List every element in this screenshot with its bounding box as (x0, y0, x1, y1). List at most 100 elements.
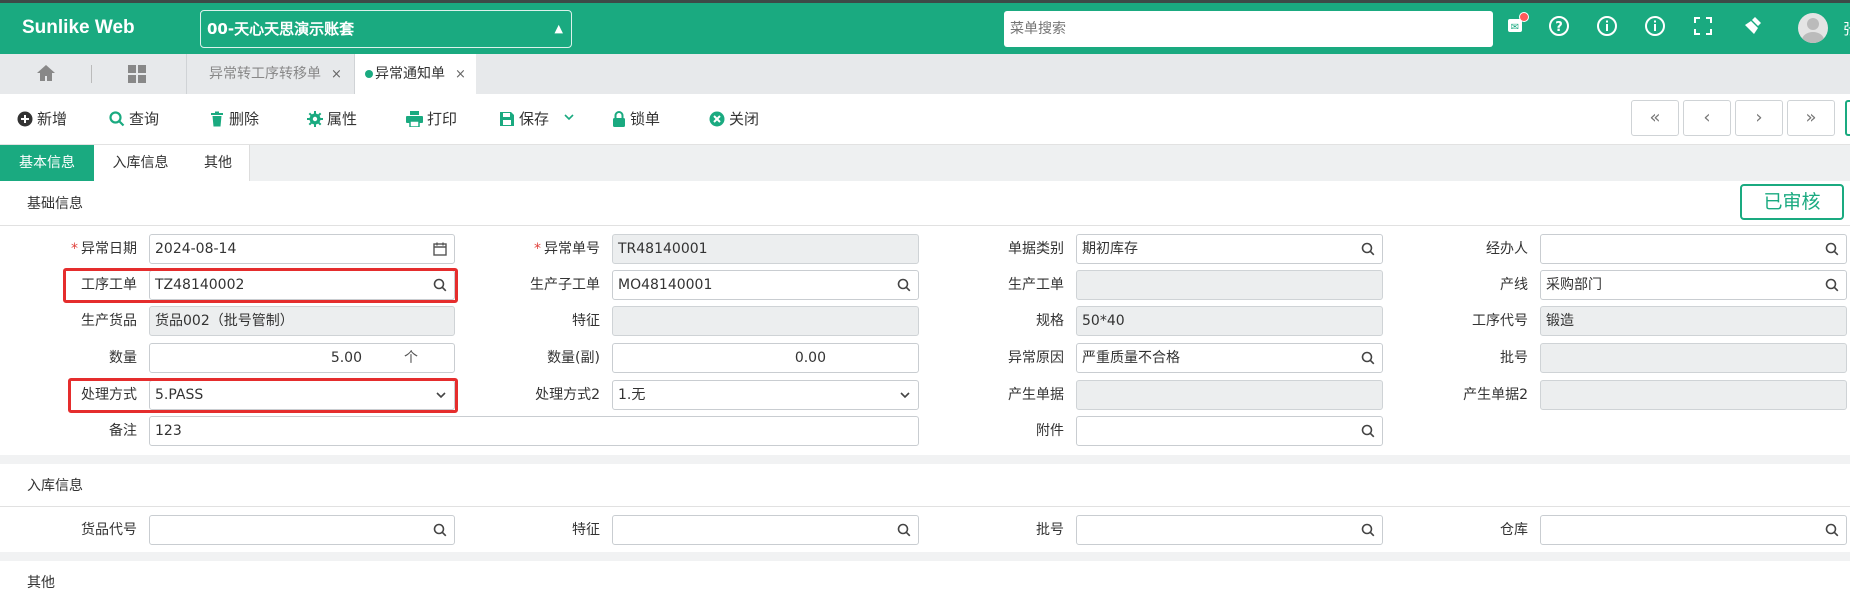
print-button[interactable]: 打印 (406, 108, 457, 130)
sub-order-field[interactable]: MO48140001 (612, 270, 919, 300)
next-record-button[interactable]: › (1735, 100, 1783, 136)
exc-date-field[interactable]: 2024-08-14 (149, 234, 455, 264)
printer-icon (406, 111, 423, 133)
tab-divider (91, 65, 92, 83)
close-icon[interactable]: × (455, 67, 466, 82)
in-goods-field[interactable] (149, 515, 455, 545)
spec-field: 50*40 (1076, 306, 1383, 336)
close-icon[interactable]: × (331, 67, 342, 82)
toolbar-overflow-button[interactable] (1845, 100, 1850, 136)
search-icon[interactable] (1825, 235, 1839, 263)
calendar-icon[interactable] (433, 235, 447, 263)
method2-value: 1.无 (618, 387, 646, 403)
top-header: Sunlike Web 00-天心天思演示账套 ▲ ✉ ? 张 (0, 0, 1850, 54)
qty-unit: 个 (404, 350, 418, 366)
tab-exception-transfer[interactable]: 异常转工序转移单 × (186, 54, 354, 94)
label-feature: 特征 (572, 313, 600, 329)
user-avatar[interactable] (1798, 13, 1828, 43)
goods-field: 货品002（批号管制） (149, 306, 455, 336)
add-label: 新增 (37, 110, 68, 128)
tab-other[interactable]: 其他 (187, 145, 250, 181)
section-divider (0, 506, 1850, 507)
active-dot-icon (365, 70, 373, 78)
last-record-button[interactable]: » (1787, 100, 1835, 136)
user-name[interactable]: 张 (1843, 18, 1850, 39)
label-attach: 附件 (1036, 423, 1064, 439)
search-icon[interactable] (1361, 516, 1375, 544)
in-batch-field[interactable] (1076, 515, 1383, 545)
label-exc-date: * 异常日期 (71, 241, 137, 257)
lock-button[interactable]: 锁单 (612, 108, 660, 130)
tab-exception-notice[interactable]: 异常通知单 × (354, 54, 476, 94)
label-gen-doc: 产生单据 (1008, 387, 1064, 403)
save-dropdown-chevron-icon[interactable] (563, 108, 575, 130)
search-icon (109, 111, 125, 133)
account-selector[interactable]: 00-天心天思演示账套 ▲ (200, 10, 572, 48)
section-title-inbound: 入库信息 (27, 478, 83, 494)
search-icon[interactable] (1825, 271, 1839, 299)
trash-icon (209, 111, 225, 133)
section-divider (0, 225, 1850, 226)
delete-button[interactable]: 删除 (209, 108, 259, 130)
save-button[interactable]: 保存 (499, 108, 549, 130)
help-icon[interactable]: ? (1546, 14, 1572, 40)
notification-icon[interactable]: ✉ (1502, 12, 1529, 40)
first-record-button[interactable]: « (1631, 100, 1679, 136)
line-field[interactable]: 采购部门 (1540, 270, 1847, 300)
add-button[interactable]: 新增 (17, 108, 67, 130)
query-button[interactable]: 查询 (109, 108, 159, 130)
search-icon[interactable] (1825, 516, 1839, 544)
properties-button[interactable]: 属性 (307, 108, 357, 130)
section-gap (0, 552, 1850, 561)
search-icon[interactable] (897, 271, 911, 299)
section-title-other: 其他 (27, 575, 55, 591)
search-icon[interactable] (897, 516, 911, 544)
label-handler: 经办人 (1486, 241, 1528, 257)
search-icon[interactable] (1361, 344, 1375, 372)
gen-doc2-field (1540, 380, 1847, 410)
info-icon[interactable] (1594, 14, 1620, 40)
label-prod-order: 生产工单 (1008, 277, 1064, 293)
notification-badge (1519, 12, 1529, 22)
tab-basic-info[interactable]: 基本信息 (0, 145, 95, 181)
label-proc-code: 工序代号 (1472, 313, 1528, 329)
method2-select[interactable]: 1.无 (612, 380, 919, 410)
highlight-box-proc-order (63, 268, 458, 303)
search-icon[interactable] (1361, 417, 1375, 445)
in-warehouse-field[interactable] (1540, 515, 1847, 545)
feature-field (612, 306, 919, 336)
chevron-down-icon[interactable] (899, 381, 911, 409)
print-label: 打印 (427, 110, 458, 128)
search-icon[interactable] (433, 516, 447, 544)
tab-inbound-info[interactable]: 入库信息 (94, 145, 188, 181)
exc-reason-field[interactable]: 严重质量不合格 (1076, 343, 1383, 373)
attach-field[interactable] (1076, 416, 1383, 446)
qty-aux-field[interactable]: 0.00 (612, 343, 919, 373)
about-icon[interactable] (1642, 14, 1668, 40)
doc-type-value: 期初库存 (1082, 241, 1138, 257)
search-icon[interactable] (1361, 235, 1375, 263)
caret-up-icon: ▲ (554, 22, 563, 35)
action-toolbar (0, 94, 1850, 145)
properties-label: 属性 (327, 110, 358, 128)
menu-search-input[interactable] (1004, 11, 1493, 47)
clear-cache-icon[interactable] (1740, 14, 1766, 40)
handler-field[interactable] (1540, 234, 1847, 264)
qty-field[interactable]: 5.00 个 (149, 343, 455, 373)
in-feature-field[interactable] (612, 515, 919, 545)
label-batch: 批号 (1500, 350, 1528, 366)
remark-field[interactable]: 123 (149, 416, 919, 446)
close-button[interactable]: 关闭 (709, 108, 759, 130)
doc-type-field[interactable]: 期初库存 (1076, 234, 1383, 264)
batch-field (1540, 343, 1847, 373)
page-tab-bar: 异常转工序转移单 × 异常通知单 × (0, 54, 1850, 94)
svg-text:✉: ✉ (1511, 22, 1519, 33)
prev-record-button[interactable]: ‹ (1683, 100, 1731, 136)
home-icon[interactable] (35, 63, 57, 87)
prod-order-field (1076, 270, 1383, 300)
fullscreen-icon[interactable] (1690, 14, 1716, 40)
gen-doc-field (1076, 380, 1383, 410)
query-label: 查询 (129, 110, 160, 128)
apps-grid-icon[interactable] (127, 64, 147, 88)
section-title-basic: 基础信息 (27, 196, 83, 212)
